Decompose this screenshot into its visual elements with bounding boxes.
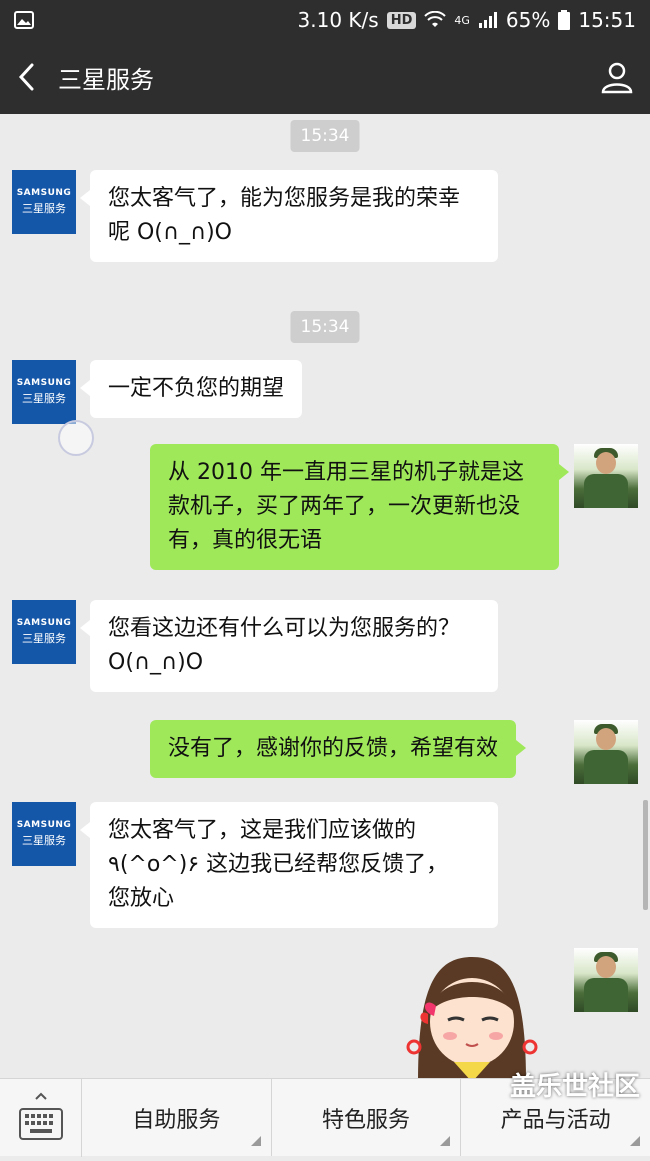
outgoing-message[interactable]: 从 2010 年一直用三星的机子就是这 款机子，买了两年了，一次更新也没 有，真… (150, 444, 569, 570)
message-line: 没有了，感谢你的反馈，希望有效 (168, 736, 499, 761)
status-bar: 3.10 K/s HD 4G 65% 15:51 (0, 0, 650, 40)
avatar-label: 三星服务 (22, 632, 66, 645)
menu-label: 自助服务 (132, 1107, 221, 1133)
incoming-message[interactable]: 您看这边还有什么可以为您服务的？ O(∩_∩)O (80, 600, 498, 692)
incoming-message[interactable]: 您太客气了，这是我们应该做的 ٩(^o^)۶ 这边我已经帮您反馈了， 您放心 (80, 802, 498, 928)
message-line: 您太客气了，这是我们应该做的 (108, 818, 417, 843)
user-avatar[interactable] (574, 948, 638, 1012)
battery-percent: 65% (505, 8, 551, 32)
message-line: 有，真的很无语 (168, 528, 323, 553)
avatar-label: 三星服务 (22, 202, 66, 215)
message-line: 一定不负您的期望 (108, 376, 285, 401)
touch-indicator (58, 420, 94, 456)
network-type: 4G (454, 13, 470, 27)
timestamp: 15:34 (290, 120, 360, 152)
battery-icon (558, 10, 571, 30)
samsung-avatar[interactable]: SAMSUNG 三星服务 (12, 600, 76, 664)
avatar-brand: SAMSUNG (16, 378, 72, 388)
user-avatar[interactable] (574, 720, 638, 784)
nav-bar: 三星服务 (0, 40, 650, 114)
community-watermark: 盖乐世社区 (510, 1066, 640, 1103)
hd-badge: HD (386, 11, 417, 29)
clock: 15:51 (578, 8, 636, 32)
avatar-label: 三星服务 (22, 834, 66, 847)
menu-label: 特色服务 (322, 1107, 411, 1133)
wifi-icon (424, 11, 447, 27)
samsung-avatar[interactable]: SAMSUNG 三星服务 (12, 802, 76, 866)
message-line: 呢 O(∩_∩)O (108, 220, 232, 245)
chat-area[interactable]: 15:34 SAMSUNG 三星服务 您太客气了，能为您服务是我的荣幸 呢 O(… (0, 114, 650, 1078)
incoming-message[interactable]: 您太客气了，能为您服务是我的荣幸 呢 O(∩_∩)O (80, 170, 498, 262)
submenu-indicator-icon (250, 1136, 261, 1146)
message-line: O(∩_∩)O (108, 650, 204, 675)
chat-title: 三星服务 (58, 65, 154, 94)
submenu-indicator-icon (440, 1136, 451, 1146)
message-line: 您太客气了，能为您服务是我的荣幸 (108, 186, 461, 211)
samsung-avatar[interactable]: SAMSUNG 三星服务 (12, 360, 76, 424)
submenu-indicator-icon (630, 1136, 641, 1146)
message-line: 从 2010 年一直用三星的机子就是这 (168, 460, 524, 485)
message-line: 您放心 (108, 886, 175, 911)
user-avatar[interactable] (574, 444, 638, 508)
menu-label: 产品与活动 (500, 1107, 611, 1133)
keyboard-icon (19, 1092, 63, 1140)
back-arrow-icon[interactable] (16, 62, 36, 92)
menu-featured-service[interactable]: 特色服务 (272, 1079, 462, 1156)
scrollbar[interactable] (643, 800, 648, 910)
watermark-title: 盖乐世社区 (509, 1072, 640, 1102)
outgoing-message[interactable]: 没有了，感谢你的反馈，希望有效 (150, 720, 527, 778)
timestamp: 15:34 (290, 311, 360, 343)
avatar-brand: SAMSUNG (16, 820, 72, 830)
signal-icon (478, 12, 497, 28)
network-speed: 3.10 K/s (297, 8, 379, 32)
menu-self-service[interactable]: 自助服务 (82, 1079, 272, 1156)
message-line: ٩(^o^)۶ 这边我已经帮您反馈了， (108, 852, 449, 877)
image-icon (14, 11, 34, 29)
avatar-brand: SAMSUNG (16, 188, 72, 198)
message-line: 您看这边还有什么可以为您服务的？ (108, 616, 461, 641)
incoming-message[interactable]: 一定不负您的期望 (79, 360, 303, 418)
girl-sticker[interactable] (398, 952, 546, 1078)
avatar-label: 三星服务 (22, 392, 66, 405)
message-line: 款机子，买了两年了，一次更新也没 (168, 494, 521, 519)
samsung-avatar[interactable]: SAMSUNG 三星服务 (12, 170, 76, 234)
keyboard-toggle-button[interactable] (0, 1079, 82, 1157)
user-profile-icon[interactable] (600, 60, 634, 94)
avatar-brand: SAMSUNG (16, 618, 72, 628)
